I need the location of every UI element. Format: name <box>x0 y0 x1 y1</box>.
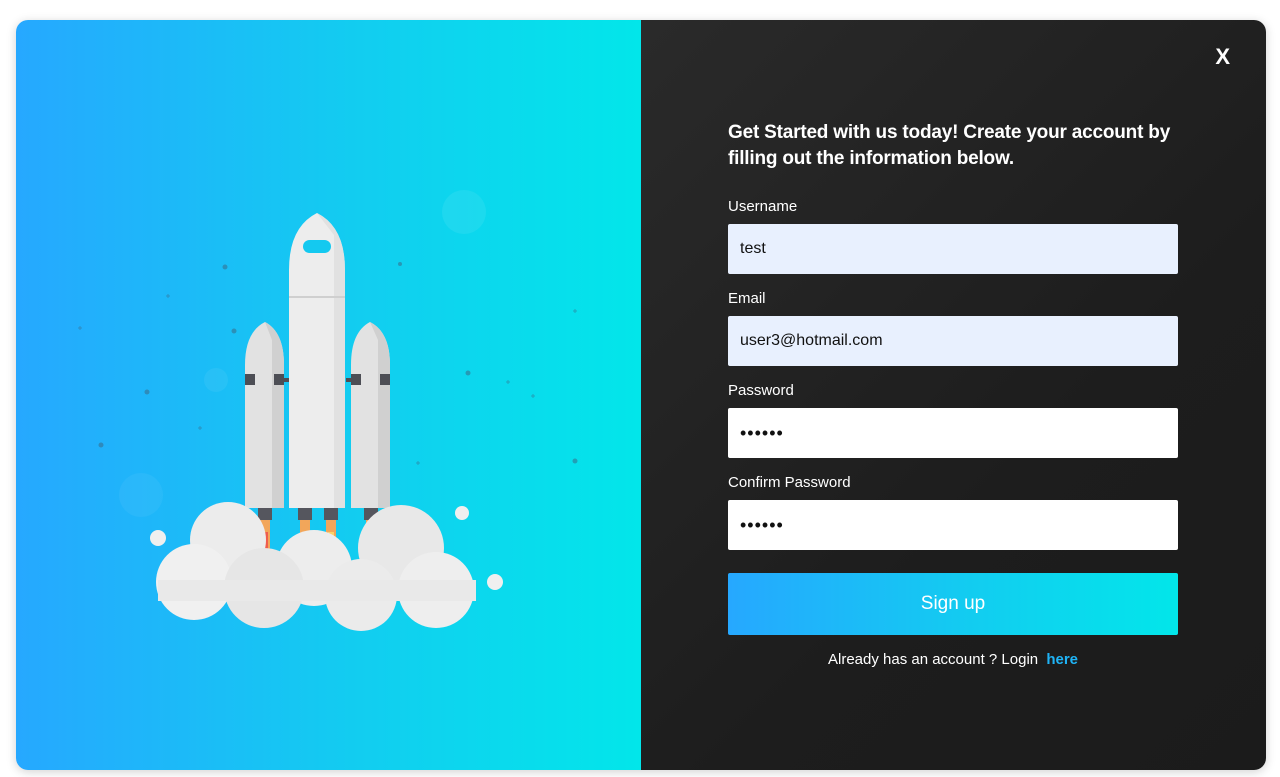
login-link[interactable]: here <box>1046 651 1078 668</box>
username-label: Username <box>728 198 798 215</box>
password-group: Password <box>728 382 1178 458</box>
illustration-panel <box>16 20 641 770</box>
login-prompt: Already has an account ? Login here <box>728 651 1178 668</box>
signup-modal: X Get Started with us today! Create your… <box>16 20 1266 770</box>
signup-button[interactable]: Sign up <box>728 573 1178 635</box>
password-input[interactable] <box>728 408 1178 458</box>
confirm-password-input[interactable] <box>728 500 1178 550</box>
username-input[interactable] <box>728 224 1178 274</box>
email-group: Email <box>728 290 1178 366</box>
password-label: Password <box>728 382 794 399</box>
confirm-password-label: Confirm Password <box>728 474 851 491</box>
email-input[interactable] <box>728 316 1178 366</box>
signup-form: Get Started with us today! Create your a… <box>728 120 1178 668</box>
username-group: Username <box>728 198 1178 274</box>
login-prompt-text: Already has an account ? Login <box>827 651 1039 668</box>
email-label: Email <box>728 290 766 307</box>
intro-text: Get Started with us today! Create your a… <box>728 122 1171 169</box>
close-button[interactable]: X <box>1215 46 1230 68</box>
confirm-password-group: Confirm Password <box>728 474 1178 550</box>
signup-panel: X Get Started with us today! Create your… <box>641 20 1266 770</box>
rocket-illustration <box>78 190 578 631</box>
